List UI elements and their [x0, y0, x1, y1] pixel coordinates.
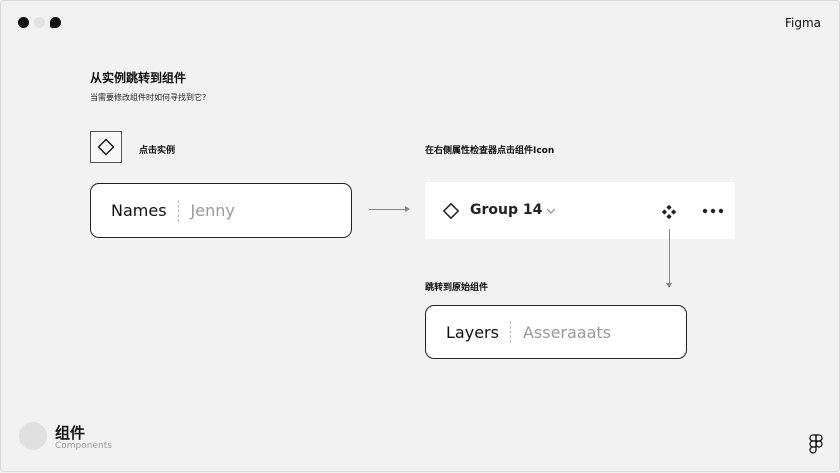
step1-label: 点击实例	[139, 146, 176, 156]
diamond-instance-icon	[442, 202, 460, 220]
field-separator	[509, 321, 512, 343]
step3-label: 跳转到原始组件	[425, 283, 489, 293]
layers-component-field[interactable]: Layers Asseraaats	[425, 305, 687, 359]
layer-name[interactable]: Group 14	[470, 202, 542, 218]
figma-logo	[809, 434, 823, 454]
brand-label: Figma	[784, 16, 821, 30]
page-subtitle: 当需要修改组件时如何寻找到它?	[90, 93, 207, 102]
instance-icon-box[interactable]	[90, 131, 122, 163]
names-field-value: Jenny	[190, 201, 235, 220]
footer-decoration	[19, 422, 47, 450]
field-separator	[177, 199, 180, 222]
footer-subtitle: Components	[55, 441, 112, 451]
layers-field-value: Asseraaats	[522, 322, 612, 342]
names-field-key: Names	[111, 201, 167, 220]
footer-title: 组件	[55, 424, 86, 442]
step2-label: 在右侧属性检查器点击组件Icon	[425, 146, 555, 156]
more-icon[interactable]	[702, 208, 724, 214]
names-instance-field[interactable]: Names Jenny	[90, 183, 352, 238]
slide-frame: Figma 从实例跳转到组件 当需要修改组件时如何寻找到它? 点击实例 Name…	[0, 0, 840, 472]
page-title: 从实例跳转到组件	[90, 71, 187, 85]
component-icon[interactable]	[661, 204, 677, 220]
layers-field-key: Layers	[446, 322, 499, 342]
chevron-down-icon[interactable]	[545, 206, 557, 216]
window-dot-zoom[interactable]	[50, 17, 61, 28]
window-dot-close[interactable]	[18, 17, 29, 28]
flow-arrow-down	[666, 229, 672, 288]
property-inspector-row: Group 14	[425, 182, 735, 239]
window-dot-minimize[interactable]	[34, 17, 45, 28]
diamond-instance-icon	[97, 138, 115, 156]
flow-arrow-right	[369, 206, 410, 212]
